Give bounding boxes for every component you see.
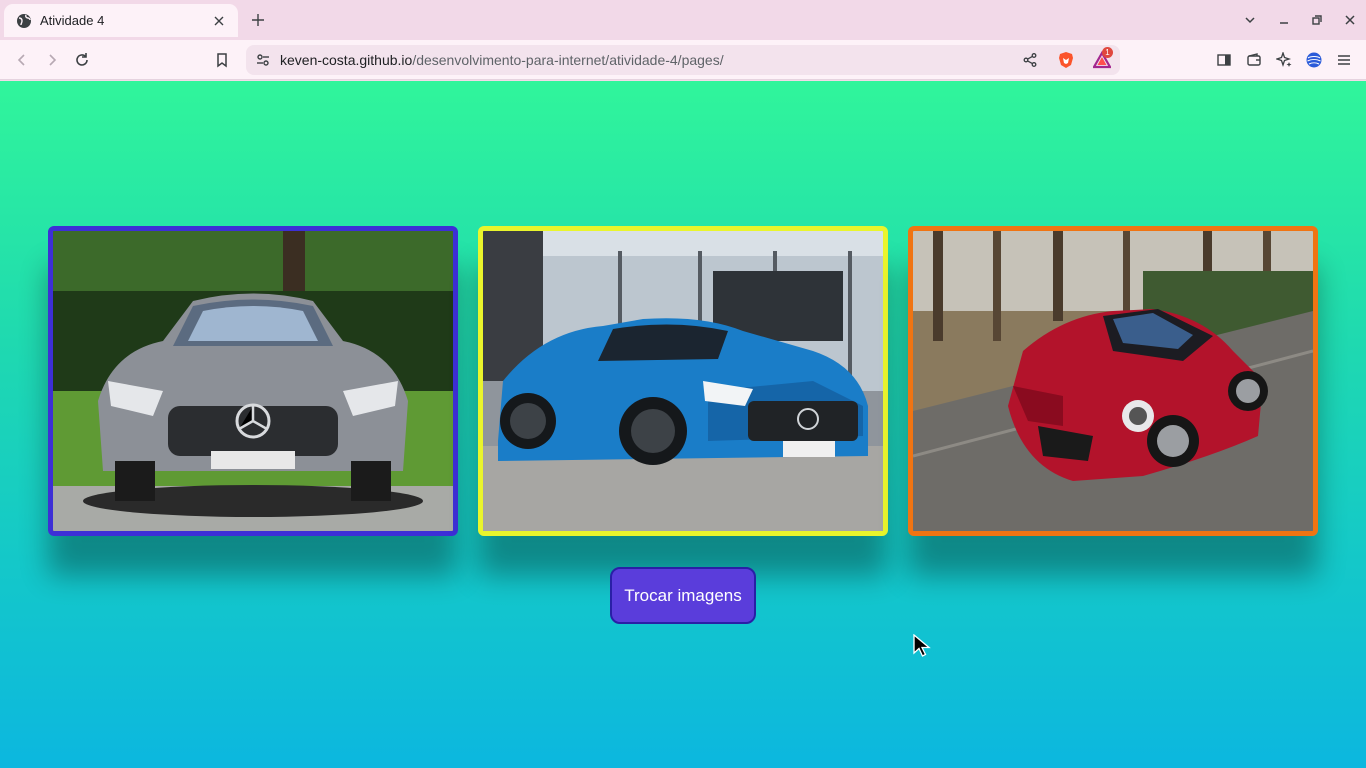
leo-ai-icon[interactable] — [1272, 48, 1296, 72]
menu-icon[interactable] — [1332, 48, 1356, 72]
swap-images-button[interactable]: Trocar imagens — [610, 567, 756, 624]
sidebar-icon[interactable] — [1212, 48, 1236, 72]
tab-close-icon[interactable] — [210, 12, 228, 30]
wallet-icon[interactable] — [1242, 48, 1266, 72]
mouse-cursor-icon — [913, 634, 931, 657]
url-host: keven-costa.github.io — [280, 52, 413, 68]
vpn-icon[interactable] — [1302, 48, 1326, 72]
browser-toolbar: keven-costa.github.io/desenvolvimento-pa… — [0, 40, 1366, 80]
blue-car-image — [483, 231, 883, 531]
url-text: keven-costa.github.io/desenvolvimento-pa… — [280, 52, 724, 68]
bookmark-icon[interactable] — [210, 48, 234, 72]
page-viewport: Trocar imagens — [0, 81, 1366, 768]
tab-strip: Atividade 4 — [0, 0, 1366, 40]
tab-search-icon[interactable] — [1233, 0, 1266, 40]
minimize-icon[interactable] — [1267, 0, 1300, 40]
brave-rewards-icon[interactable]: 1 — [1084, 45, 1120, 75]
reload-icon[interactable] — [70, 48, 94, 72]
brave-shields-icon[interactable] — [1048, 45, 1084, 75]
red-car-image — [913, 231, 1313, 531]
address-bar[interactable]: keven-costa.github.io/desenvolvimento-pa… — [246, 45, 1120, 75]
rewards-badge: 1 — [1102, 47, 1113, 58]
new-tab-button[interactable] — [248, 10, 268, 30]
globe-icon — [16, 13, 32, 29]
car-image-card-1 — [48, 226, 458, 536]
forward-icon[interactable] — [40, 48, 64, 72]
tab-title: Atividade 4 — [40, 13, 105, 28]
car-image-card-2 — [478, 226, 888, 536]
maximize-icon[interactable] — [1300, 0, 1333, 40]
close-window-icon[interactable] — [1333, 0, 1366, 40]
share-icon[interactable] — [1012, 45, 1048, 75]
url-path: /desenvolvimento-para-internet/atividade… — [412, 52, 724, 68]
back-icon[interactable] — [10, 48, 34, 72]
silver-car-image — [53, 231, 453, 531]
site-info-icon[interactable] — [246, 52, 280, 68]
browser-tab[interactable]: Atividade 4 — [4, 4, 238, 37]
car-image-card-3 — [908, 226, 1318, 536]
